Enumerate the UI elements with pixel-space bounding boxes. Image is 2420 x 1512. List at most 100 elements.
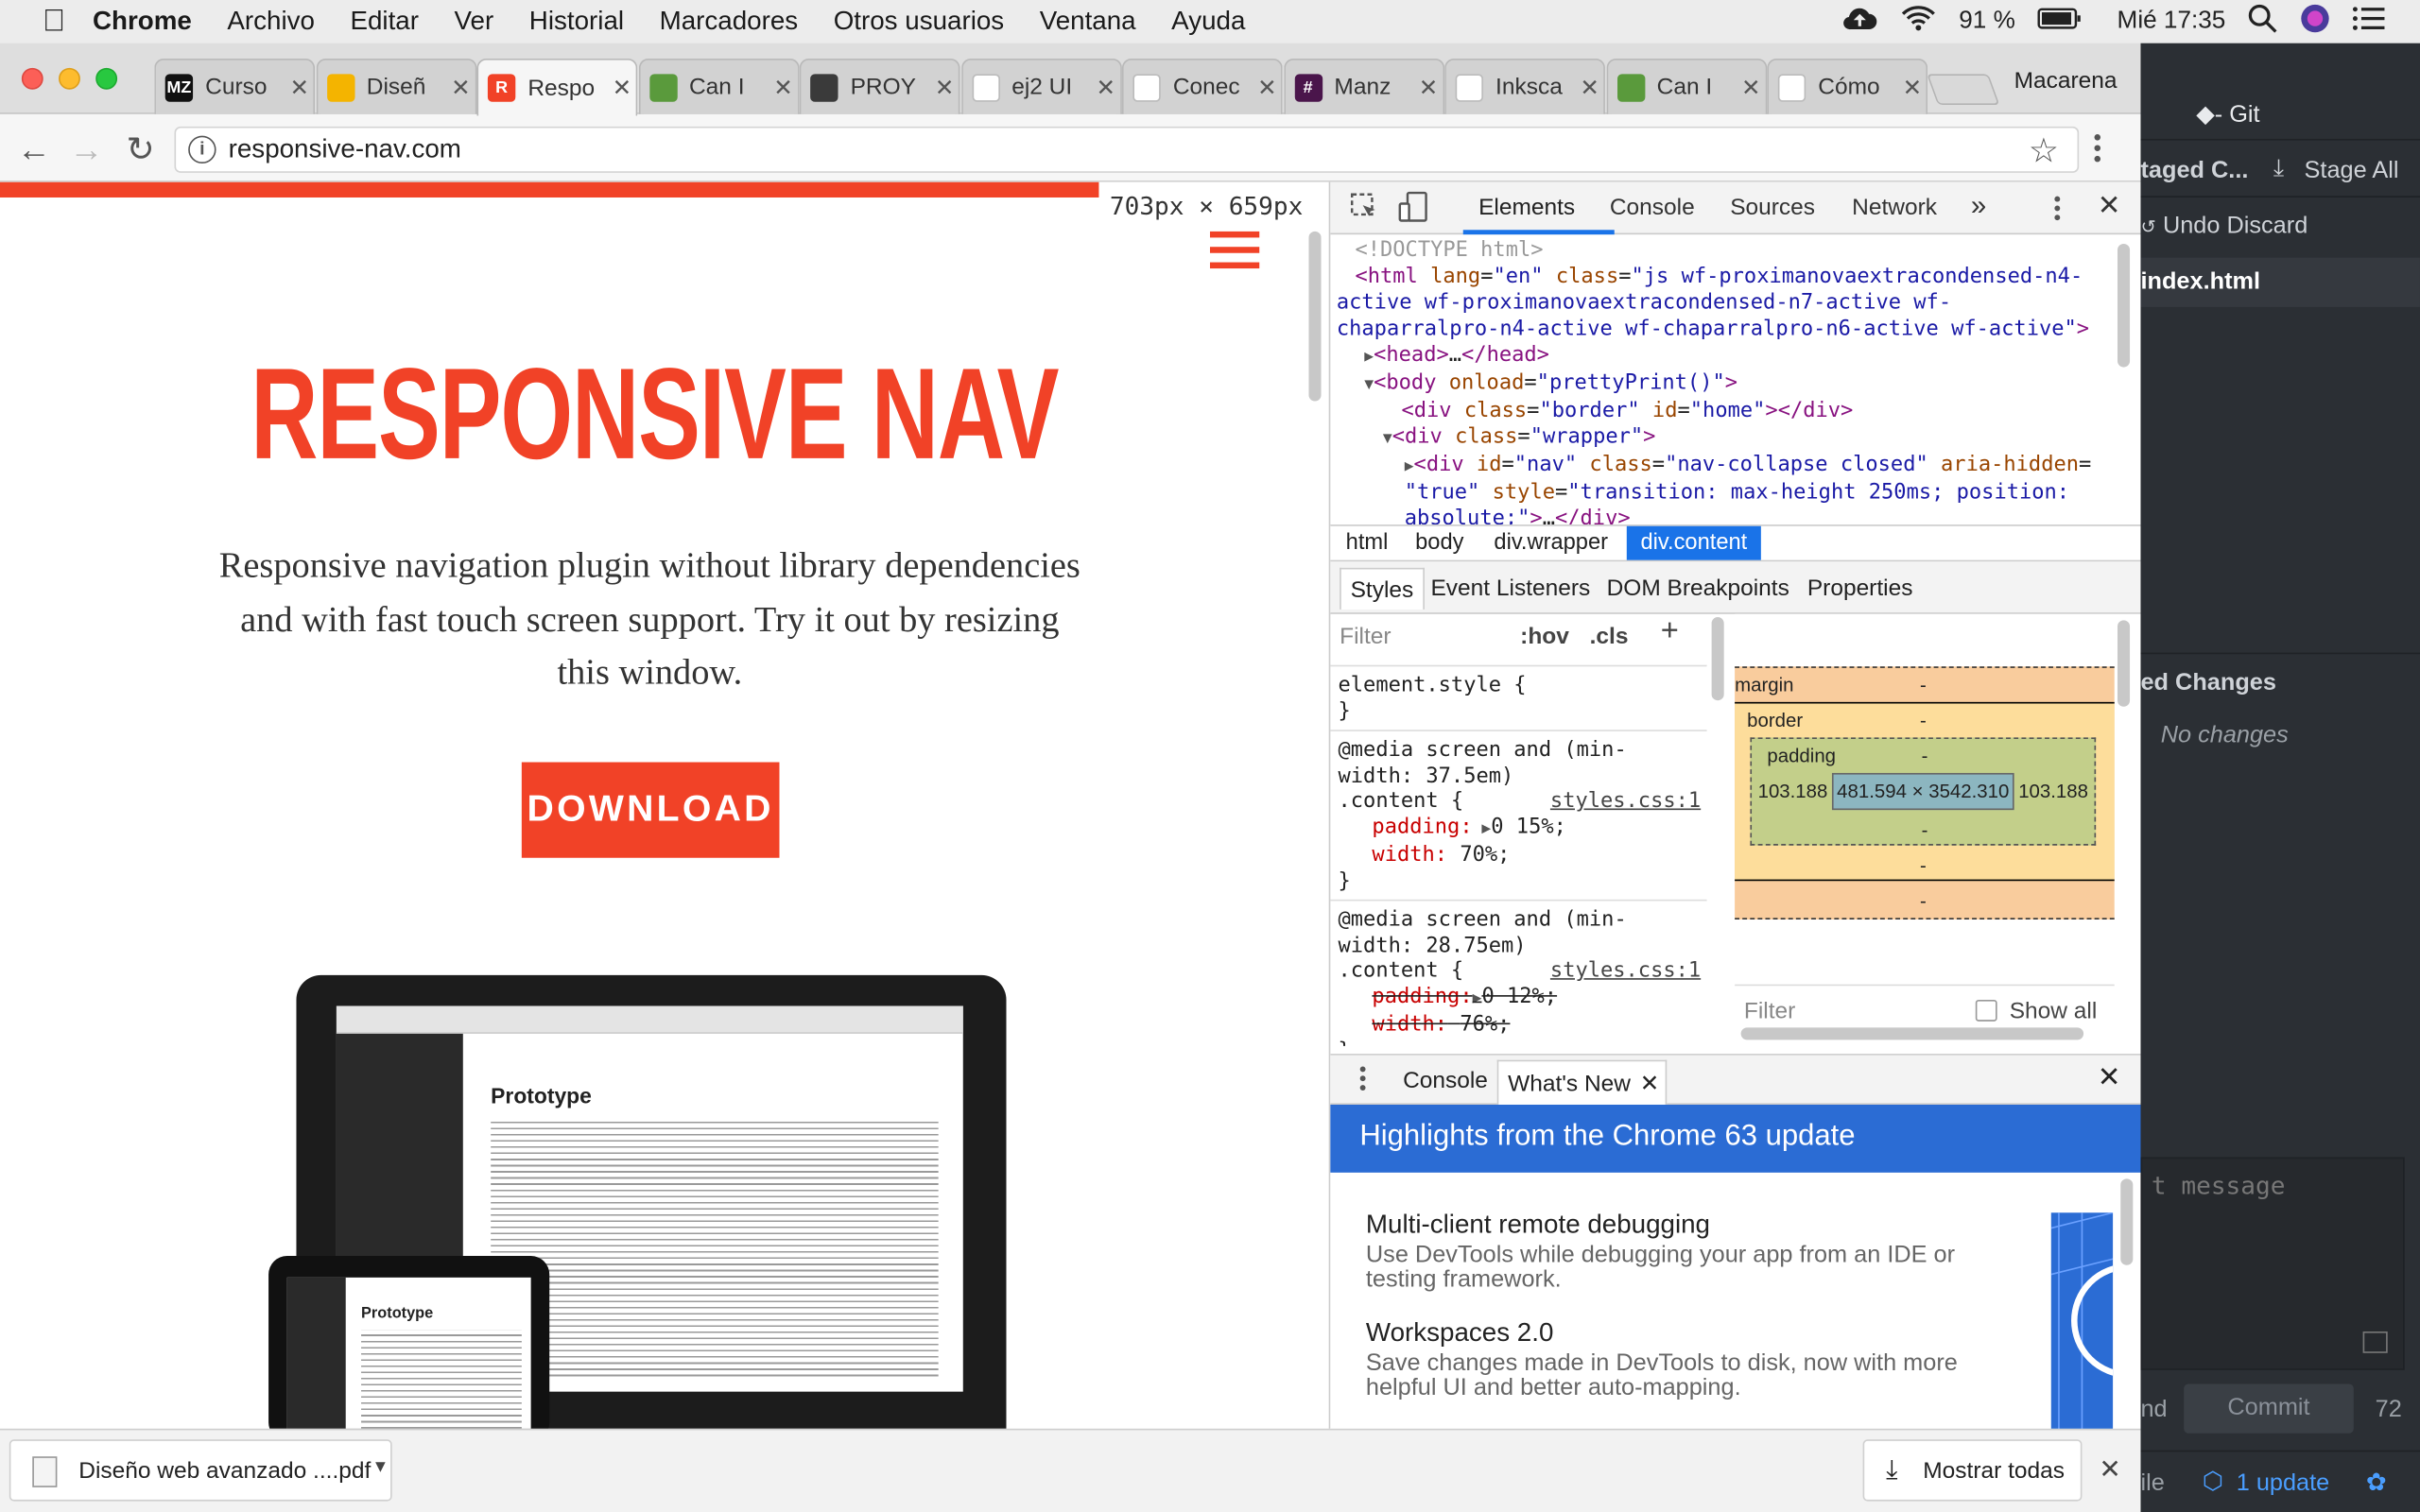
commit-message-input[interactable]: t message: [2152, 1171, 2286, 1200]
dom-tree-scrollbar[interactable]: [2117, 243, 2131, 368]
dom-tree[interactable]: <!DOCTYPE html> <html lang="en" class="j…: [1330, 234, 2114, 524]
tab-close-icon[interactable]: ✕: [1898, 74, 1926, 101]
browser-tab[interactable]: MZ Curso ✕: [154, 59, 316, 114]
devtools-menu-icon[interactable]: [2052, 195, 2062, 229]
download-button[interactable]: DOWNLOAD: [521, 762, 780, 858]
tab-close-icon[interactable]: ✕: [608, 74, 635, 102]
cloud-upload-icon[interactable]: [1841, 5, 1878, 39]
staged-file-index[interactable]: index.html: [2140, 257, 2420, 307]
stage-all-icon[interactable]: ⤓: [2273, 156, 2284, 183]
browser-tab[interactable]: Can I ✕: [1605, 59, 1767, 114]
tab-close-icon[interactable]: ✕: [930, 74, 958, 101]
undo-discard-button[interactable]: ↺ Undo Discard: [2140, 213, 2308, 240]
back-arrow-icon[interactable]: ←: [14, 129, 54, 169]
twitter-bird-icon[interactable]: ✿: [2366, 1468, 2387, 1499]
browser-tab[interactable]: # Manz ✕: [1283, 59, 1444, 114]
menu-editar[interactable]: Editar: [350, 7, 419, 38]
device-toolbar-icon[interactable]: [1398, 191, 1429, 228]
more-tabs-icon[interactable]: »: [1971, 190, 1986, 222]
update-box-icon[interactable]: ⬡: [2203, 1468, 2223, 1497]
menu-otros-usuarios[interactable]: Otros usuarios: [834, 7, 1004, 38]
styles-scrollbar[interactable]: [1711, 617, 1724, 701]
tab-close-icon[interactable]: ✕: [285, 74, 313, 101]
crumb-div-wrapper[interactable]: div.wrapper: [1494, 531, 1608, 556]
feature-heading-workspaces[interactable]: Workspaces 2.0: [1366, 1317, 1553, 1349]
rule2-source-link[interactable]: styles.css:1: [1550, 958, 1701, 984]
download-item[interactable]: Diseño web avanzado ....pdf ▼: [9, 1439, 392, 1502]
rule1-prop-width[interactable]: width:: [1372, 842, 1447, 867]
tab-sources[interactable]: Sources: [1730, 195, 1815, 221]
tab-close-icon[interactable]: ✕: [1737, 74, 1765, 101]
crumb-body[interactable]: body: [1415, 531, 1463, 556]
expand-editor-icon[interactable]: [2362, 1331, 2388, 1353]
drawer-tab-close-icon[interactable]: ✕: [1640, 1071, 1660, 1097]
hov-toggle[interactable]: :hov: [1520, 624, 1569, 650]
rule2-prop-padding[interactable]: padding:: [1372, 984, 1472, 1008]
menu-marcadores[interactable]: Marcadores: [660, 7, 799, 38]
omnibox[interactable]: i responsive-nav.com ☆: [174, 126, 2080, 173]
wifi-icon[interactable]: [1900, 5, 1937, 39]
rule1-val-padding[interactable]: 0 15%;: [1491, 814, 1566, 838]
drawer-tab-whats-new[interactable]: What's New ✕: [1496, 1059, 1668, 1105]
window-minimize-button[interactable]: [59, 67, 80, 90]
show-all-downloads-button[interactable]: ⤓ Mostrar todas: [1862, 1439, 2083, 1502]
tab-close-icon[interactable]: ✕: [447, 74, 475, 101]
download-options-icon[interactable]: ▼: [372, 1458, 389, 1477]
chrome-menu-icon[interactable]: [2093, 132, 2102, 163]
tab-network[interactable]: Network: [1852, 195, 1937, 221]
notification-center-icon[interactable]: [2352, 5, 2386, 39]
spotlight-search-icon[interactable]: [2247, 3, 2278, 40]
tab-close-icon[interactable]: ✕: [1253, 74, 1281, 101]
menu-archivo[interactable]: Archivo: [227, 7, 315, 38]
cls-toggle[interactable]: .cls: [1590, 624, 1629, 650]
browser-tab[interactable]: R Respo ✕: [476, 59, 638, 116]
menu-ventana[interactable]: Ventana: [1040, 7, 1136, 38]
siri-icon[interactable]: [2300, 3, 2331, 40]
browser-tab[interactable]: Diseñ ✕: [315, 59, 476, 114]
subtab-event-listeners[interactable]: Event Listeners: [1430, 576, 1590, 602]
element-style-selector[interactable]: element.style {: [1339, 673, 1700, 698]
rule1-val-width[interactable]: 70%;: [1460, 842, 1510, 867]
battery-icon[interactable]: [2037, 7, 2083, 38]
reload-icon[interactable]: ↻: [120, 129, 160, 169]
info-icon[interactable]: i: [188, 135, 216, 164]
update-link[interactable]: 1 update: [2237, 1470, 2330, 1498]
computed-scrollbar[interactable]: [2117, 620, 2131, 707]
clock[interactable]: Mié 17:35: [2118, 8, 2226, 35]
tab-console[interactable]: Console: [1610, 195, 1695, 221]
window-close-button[interactable]: [21, 67, 43, 90]
menu-ver[interactable]: Ver: [455, 7, 494, 38]
apple-icon[interactable]: : [37, 5, 71, 39]
menu-ayuda[interactable]: Ayuda: [1171, 7, 1245, 38]
rule1-prop-padding[interactable]: padding:: [1372, 814, 1472, 838]
drawer-tab-console[interactable]: Console: [1403, 1068, 1488, 1094]
feature-heading-remote-debugging[interactable]: Multi-client remote debugging: [1366, 1210, 1710, 1241]
rule2-prop-width[interactable]: width:: [1372, 1012, 1447, 1037]
rule1-source-link[interactable]: styles.css:1: [1550, 788, 1701, 814]
tab-elements[interactable]: Elements: [1478, 195, 1575, 221]
git-panel-header[interactable]: ◆- Git: [2196, 100, 2259, 129]
crumb-html[interactable]: html: [1346, 531, 1389, 556]
browser-tab[interactable]: PROY ✕: [799, 59, 960, 114]
menu-historial[interactable]: Historial: [529, 7, 624, 38]
rule2-val-padding[interactable]: 0 12%;: [1481, 984, 1557, 1008]
subtab-dom-breakpoints[interactable]: DOM Breakpoints: [1607, 576, 1789, 602]
browser-tab[interactable]: Conec ✕: [1121, 59, 1283, 114]
window-zoom-button[interactable]: [95, 67, 118, 90]
bookmark-star-icon[interactable]: ☆: [2029, 131, 2059, 171]
crumb-div-content[interactable]: div.content: [1626, 525, 1761, 560]
computed-filter-input[interactable]: Filter: [1744, 998, 1795, 1024]
browser-tab[interactable]: Inksca ✕: [1444, 59, 1605, 114]
drawer-close-icon[interactable]: ✕: [2098, 1061, 2121, 1093]
tab-close-icon[interactable]: ✕: [769, 74, 797, 101]
show-all-checkbox[interactable]: [1975, 999, 1997, 1022]
url-text[interactable]: responsive-nav.com: [229, 134, 461, 165]
forward-arrow-icon[interactable]: →: [66, 129, 106, 169]
browser-tab[interactable]: Can I ✕: [638, 59, 799, 114]
rule2-val-width[interactable]: 76%;: [1460, 1012, 1510, 1037]
stage-all-button[interactable]: Stage All: [2305, 158, 2399, 185]
browser-tab[interactable]: Cómo ✕: [1767, 59, 1928, 114]
subtab-styles[interactable]: Styles: [1340, 567, 1425, 610]
inspect-element-icon[interactable]: [1349, 191, 1380, 228]
commit-button[interactable]: Commit: [2184, 1383, 2354, 1434]
